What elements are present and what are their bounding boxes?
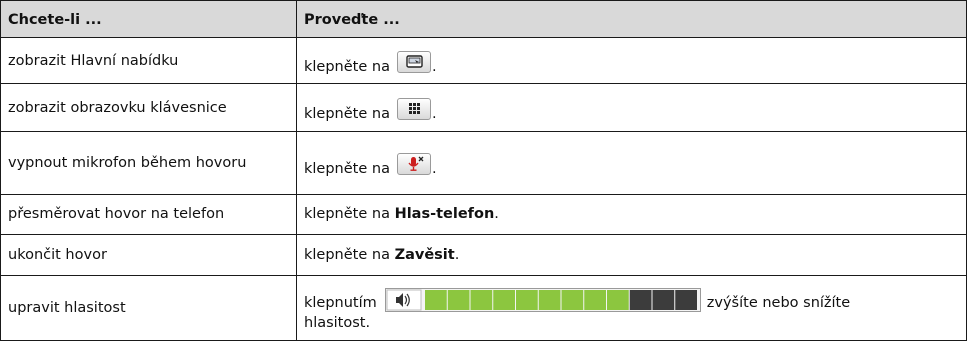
- volume-slider: [384, 287, 701, 312]
- want-cell: přesměrovat hovor na telefon: [0, 193, 297, 235]
- action-suffix-line2: hlasitost.: [304, 314, 371, 331]
- table-row: zobrazit obrazovku klávesnice klepněte n…: [0, 82, 967, 133]
- want-cell: vypnout mikrofon během hovoru: [0, 131, 297, 195]
- action-text: klepněte na: [304, 105, 390, 122]
- want-cell: ukončit hovor: [0, 233, 297, 276]
- volume-segment-filled: [424, 289, 447, 310]
- want-cell: upravit hlasitost: [0, 274, 297, 342]
- volume-segment-empty: [652, 289, 675, 310]
- table-header-row: Chcete-li ... Proveďte ...: [0, 0, 967, 38]
- table-row: zobrazit Hlavní nabídku klepněte na.: [0, 37, 967, 84]
- volume-segment-filled: [584, 289, 606, 310]
- want-cell: zobrazit Hlavní nabídku: [0, 37, 297, 84]
- main-menu-icon: [396, 51, 431, 74]
- action-text: klepněte na: [304, 161, 390, 178]
- action-cell: klepněte na Hlas-telefon.: [296, 193, 967, 235]
- action-suffix: .: [454, 246, 460, 263]
- table-row: vypnout mikrofon během hovoru klepněte n…: [0, 131, 967, 195]
- action-text: klepněte na: [304, 246, 395, 263]
- header-do: Proveďte ...: [296, 0, 967, 38]
- mute-microphone-icon: [396, 153, 431, 176]
- action-suffix: .: [494, 206, 499, 223]
- header-want: Chcete-li ...: [0, 0, 297, 38]
- volume-segment-filled: [538, 289, 561, 310]
- action-bold: Hlas-telefon: [394, 206, 495, 223]
- action-suffix: zvýšíte nebo snížíte: [706, 294, 851, 311]
- volume-segment-filled: [515, 289, 538, 310]
- volume-segment-empty: [675, 289, 697, 310]
- action-suffix: .: [431, 59, 437, 76]
- action-cell: klepněte na.: [296, 131, 967, 195]
- volume-segment-filled: [470, 289, 493, 310]
- action-text: klepněte na: [304, 206, 395, 223]
- volume-segment-empty: [629, 289, 652, 310]
- action-cell: klepnutím zvýšíte nebo snížíte hlasitost.: [296, 274, 967, 342]
- action-suffix: .: [431, 105, 437, 122]
- instruction-table: Chcete-li ... Proveďte ... zobrazit Hlav…: [0, 0, 967, 342]
- volume-segment-filled: [561, 289, 584, 310]
- table-row: upravit hlasitost klepnutím zvýšíte nebo …: [0, 274, 967, 342]
- volume-segment-filled: [493, 289, 515, 310]
- action-cell: klepněte na.: [296, 37, 967, 84]
- volume-segment-filled: [447, 289, 470, 310]
- action-cell: klepněte na.: [296, 82, 967, 133]
- table-row: ukončit hovor klepněte na Zavěsit.: [0, 233, 967, 276]
- action-cell: klepněte na Zavěsit.: [296, 233, 967, 276]
- action-bold: Zavěsit: [394, 246, 455, 263]
- table-row: přesměrovat hovor na telefon klepněte na…: [0, 193, 967, 235]
- keypad-icon: [396, 97, 431, 120]
- action-suffix: .: [431, 161, 437, 178]
- action-text: klepněte na: [304, 59, 390, 76]
- volume-segment-filled: [606, 289, 629, 310]
- want-cell: zobrazit obrazovku klávesnice: [0, 82, 297, 133]
- action-text: klepnutím: [304, 294, 377, 311]
